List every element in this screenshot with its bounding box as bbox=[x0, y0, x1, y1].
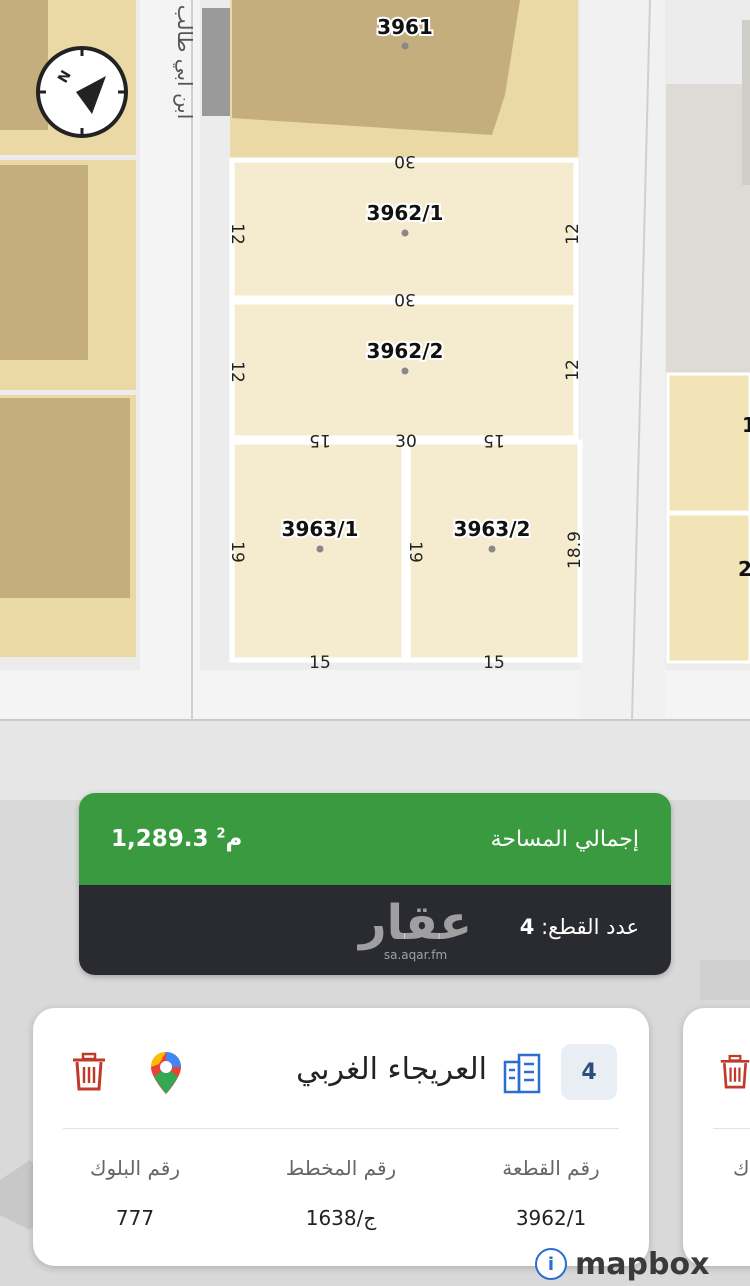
google-maps-pin-icon[interactable] bbox=[149, 1050, 183, 1096]
aqar-watermark: عقار sa.aqar.fm bbox=[359, 895, 472, 962]
road-vertical-right bbox=[580, 0, 665, 720]
dim-bottom-r: 15 bbox=[483, 653, 505, 673]
street-label: ابن ابي طالب bbox=[172, 5, 197, 120]
compass-icon: N bbox=[36, 46, 128, 138]
parcel-card-next[interactable]: ك bbox=[683, 1008, 750, 1266]
block-number-field: رقم البلوك 777 bbox=[89, 1156, 180, 1230]
total-area-value: 1,289.3 م2 bbox=[111, 826, 243, 852]
dim-p1-left: 12 bbox=[227, 223, 247, 245]
parcel-id-3961: 3961 bbox=[377, 15, 433, 39]
dim-split-l: 15 bbox=[309, 430, 331, 450]
card-divider bbox=[63, 1128, 619, 1129]
parcel-count-badge: 4 bbox=[561, 1044, 617, 1100]
trash-icon[interactable] bbox=[71, 1052, 107, 1092]
area-summary-panel: 1,289.3 م2 إجمالي المساحة عقار sa.aqar.f… bbox=[79, 793, 671, 975]
parcel-id-3963-1: 3963/1 bbox=[282, 517, 359, 541]
total-area-label: إجمالي المساحة bbox=[490, 826, 639, 852]
right-partial-1: 1 bbox=[742, 413, 750, 437]
dim-p1-right: 12 bbox=[563, 223, 583, 245]
parcel-count: عدد القطع: 4 bbox=[519, 915, 639, 939]
mapbox-logo: mapbox bbox=[575, 1246, 710, 1282]
dim-p3-mid: 19 bbox=[405, 541, 425, 563]
parcel-id-3962-2: 3962/2 bbox=[367, 339, 444, 363]
building-icon bbox=[503, 1053, 541, 1094]
dim-split-r: 15 bbox=[483, 430, 505, 450]
mapbox-attribution: i mapbox bbox=[535, 1244, 709, 1284]
parcel-3962-1 bbox=[229, 157, 579, 301]
area-summary-row: 1,289.3 م2 إجمالي المساحة bbox=[79, 793, 671, 885]
plan-number-field: رقم المخطط 1638/ج bbox=[285, 1156, 397, 1230]
parcel-id-3962-1: 3962/1 bbox=[367, 201, 444, 225]
trash-icon[interactable] bbox=[719, 1052, 750, 1092]
dim-p2-right: 12 bbox=[563, 359, 583, 381]
dim-bottom-l: 15 bbox=[309, 653, 331, 673]
dim-top: 30 bbox=[394, 151, 416, 171]
next-card-partial-label: ك bbox=[733, 1156, 750, 1180]
parcel-card[interactable]: 4 العريجاء الغربي رقم القطعة 3962/1 رقم … bbox=[33, 1008, 649, 1266]
parcel-count-row: عقار sa.aqar.fm عدد القطع: 4 bbox=[79, 885, 671, 975]
parcel-id-3963-2: 3963/2 bbox=[454, 517, 531, 541]
dim-p3-right: 18.9 bbox=[565, 531, 585, 569]
district-name: العريجاء الغربي bbox=[296, 1052, 487, 1087]
dim-p2-left: 12 bbox=[227, 361, 247, 383]
parcel-number-field: رقم القطعة 3962/1 bbox=[502, 1156, 600, 1230]
dim-p3-left: 19 bbox=[227, 541, 247, 563]
compass-button[interactable]: N bbox=[34, 44, 130, 140]
dim-mid: 30 bbox=[394, 289, 416, 309]
info-icon[interactable]: i bbox=[535, 1248, 567, 1280]
right-partial-2: 2 bbox=[738, 557, 750, 581]
dim-split: 30 bbox=[395, 432, 417, 452]
